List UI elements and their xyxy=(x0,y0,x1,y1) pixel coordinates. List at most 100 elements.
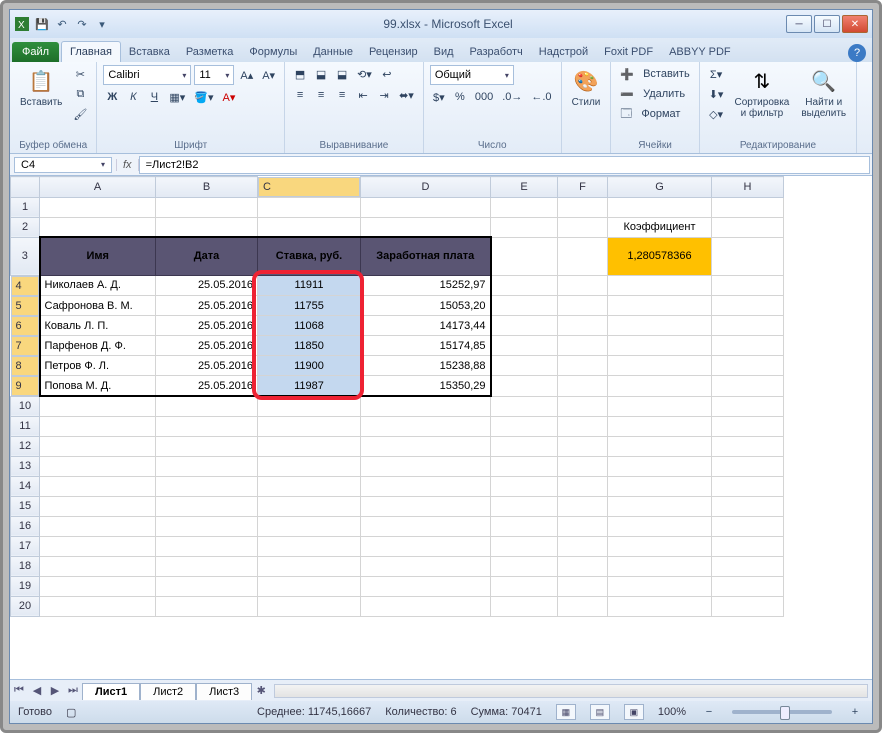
cell-date[interactable]: 25.05.2016 xyxy=(156,275,258,296)
cell[interactable] xyxy=(712,296,784,316)
number-format-select[interactable]: Общий▾ xyxy=(430,65,514,85)
tab-nav-first[interactable]: ⏮ xyxy=(10,684,28,697)
coef-value[interactable]: 1,280578366 xyxy=(608,237,712,275)
cell[interactable] xyxy=(712,217,784,237)
cell[interactable] xyxy=(558,536,608,556)
decrease-decimal-button[interactable]: ←.0 xyxy=(528,88,554,106)
cell[interactable] xyxy=(491,396,558,416)
cell[interactable] xyxy=(558,296,608,316)
cell[interactable] xyxy=(608,316,712,336)
cell[interactable] xyxy=(258,416,361,436)
cell-date[interactable]: 25.05.2016 xyxy=(156,376,258,397)
cell[interactable] xyxy=(156,516,258,536)
cell[interactable] xyxy=(608,436,712,456)
cell-pay[interactable]: 14173,44 xyxy=(361,316,491,336)
cell[interactable] xyxy=(712,396,784,416)
cell[interactable] xyxy=(258,197,361,217)
cell[interactable] xyxy=(712,237,784,275)
cell[interactable] xyxy=(258,576,361,596)
cell[interactable] xyxy=(40,576,156,596)
table-header-name[interactable]: Имя xyxy=(40,237,156,275)
cell[interactable] xyxy=(40,436,156,456)
row-header-13[interactable]: 13 xyxy=(11,456,40,476)
cell[interactable] xyxy=(558,436,608,456)
cell[interactable] xyxy=(361,536,491,556)
file-tab[interactable]: Файл xyxy=(12,42,59,62)
cell[interactable] xyxy=(558,275,608,296)
cell[interactable] xyxy=(608,336,712,356)
row-header-10[interactable]: 10 xyxy=(11,396,40,416)
cell[interactable] xyxy=(258,536,361,556)
column-header-D[interactable]: D xyxy=(361,177,491,198)
cell[interactable] xyxy=(491,356,558,376)
cell[interactable] xyxy=(258,396,361,416)
row-header-15[interactable]: 15 xyxy=(11,496,40,516)
currency-button[interactable]: $▾ xyxy=(430,88,448,106)
row-header-9[interactable]: 9 xyxy=(11,376,39,396)
decrease-indent-button[interactable]: ⇤ xyxy=(354,86,372,104)
cell-date[interactable]: 25.05.2016 xyxy=(156,336,258,356)
cell[interactable] xyxy=(40,396,156,416)
format-painter-button[interactable]: 🖌 xyxy=(70,105,90,123)
fx-button[interactable]: fx xyxy=(116,159,139,171)
styles-button[interactable]: 🎨 Стили xyxy=(568,65,605,110)
cell[interactable] xyxy=(712,275,784,296)
grow-font-button[interactable]: A▴ xyxy=(237,66,256,84)
cell[interactable] xyxy=(361,416,491,436)
cell[interactable] xyxy=(558,556,608,576)
cell[interactable] xyxy=(712,416,784,436)
comma-button[interactable]: 000 xyxy=(472,88,496,106)
copy-button[interactable]: ⧉ xyxy=(70,85,90,103)
view-normal-button[interactable]: ▦ xyxy=(556,704,576,720)
tab-developer[interactable]: Разработч xyxy=(462,42,531,62)
cell[interactable] xyxy=(608,576,712,596)
cell[interactable] xyxy=(558,596,608,616)
tab-addins[interactable]: Надстрой xyxy=(531,42,596,62)
new-sheet-button[interactable]: ✱ xyxy=(252,684,270,697)
cell-date[interactable]: 25.05.2016 xyxy=(156,296,258,316)
cell[interactable] xyxy=(491,237,558,275)
tab-nav-next[interactable]: ▶ xyxy=(46,684,64,697)
cell[interactable] xyxy=(558,496,608,516)
view-pagebreak-button[interactable]: ▣ xyxy=(624,704,644,720)
clear-button[interactable]: ◇▾ xyxy=(706,105,727,123)
cell[interactable] xyxy=(712,596,784,616)
cut-button[interactable]: ✂ xyxy=(70,65,90,83)
cell-rate[interactable]: 11755 xyxy=(258,296,361,316)
cell-rate[interactable]: 11900 xyxy=(258,356,361,376)
row-header-11[interactable]: 11 xyxy=(11,416,40,436)
italic-button[interactable]: К xyxy=(124,88,142,106)
redo-icon[interactable]: ↷ xyxy=(74,16,90,32)
cell-pay[interactable]: 15252,97 xyxy=(361,275,491,296)
zoom-in-button[interactable]: + xyxy=(846,703,864,721)
tab-formulas[interactable]: Формулы xyxy=(241,42,305,62)
tab-nav-prev[interactable]: ◀ xyxy=(28,684,46,697)
cell[interactable] xyxy=(491,376,558,397)
cell[interactable] xyxy=(608,396,712,416)
cell[interactable] xyxy=(608,356,712,376)
zoom-slider[interactable] xyxy=(732,710,832,714)
cell[interactable] xyxy=(491,316,558,336)
cell[interactable] xyxy=(361,516,491,536)
cell-rate[interactable]: 11850 xyxy=(258,336,361,356)
cell[interactable] xyxy=(40,516,156,536)
cell[interactable] xyxy=(558,237,608,275)
tab-foxit[interactable]: Foxit PDF xyxy=(596,42,661,62)
row-header-8[interactable]: 8 xyxy=(11,356,39,376)
cell[interactable] xyxy=(156,217,258,237)
cell[interactable] xyxy=(156,556,258,576)
row-header-14[interactable]: 14 xyxy=(11,476,40,496)
sheet-tab-2[interactable]: Лист2 xyxy=(140,683,196,700)
sheet-tab-1[interactable]: Лист1 xyxy=(82,683,140,700)
cell[interactable] xyxy=(491,217,558,237)
shrink-font-button[interactable]: A▾ xyxy=(259,66,278,84)
cell-name[interactable]: Николаев А. Д. xyxy=(40,275,156,296)
row-header-12[interactable]: 12 xyxy=(11,436,40,456)
cell[interactable] xyxy=(712,576,784,596)
cell-name[interactable]: Сафронова В. М. xyxy=(40,296,156,316)
cell[interactable] xyxy=(258,436,361,456)
cell[interactable] xyxy=(712,556,784,576)
row-header-19[interactable]: 19 xyxy=(11,576,40,596)
column-header-F[interactable]: F xyxy=(558,177,608,198)
cell[interactable] xyxy=(558,356,608,376)
